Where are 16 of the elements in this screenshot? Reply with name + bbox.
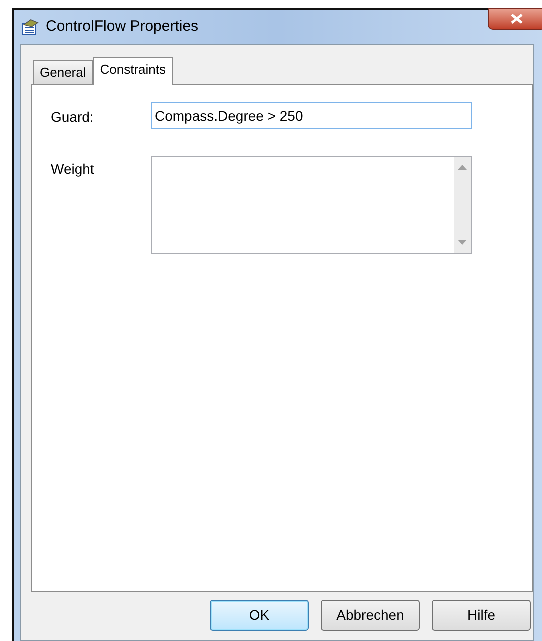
tab[interactable]: Constraints [93,57,173,85]
field-label: Guard: [51,108,95,127]
down-arrow-icon [458,240,467,245]
guard-field[interactable]: Compass.Degree > 250 [151,102,472,129]
properties-icon [22,18,40,36]
dialog-button[interactable]: Hilfe [432,600,531,631]
close-button[interactable] [488,8,542,30]
up-arrow-icon [458,165,467,170]
dialog-button[interactable]: Abbrechen [321,600,420,631]
field-label: Weight [51,160,96,179]
close-icon [511,14,523,24]
scrollbar[interactable] [454,157,471,253]
tab[interactable]: General [33,60,94,84]
window-title: ControlFlow Properties [46,16,199,37]
weight-field[interactable] [151,156,472,254]
dialog-button[interactable]: OK [210,600,309,631]
